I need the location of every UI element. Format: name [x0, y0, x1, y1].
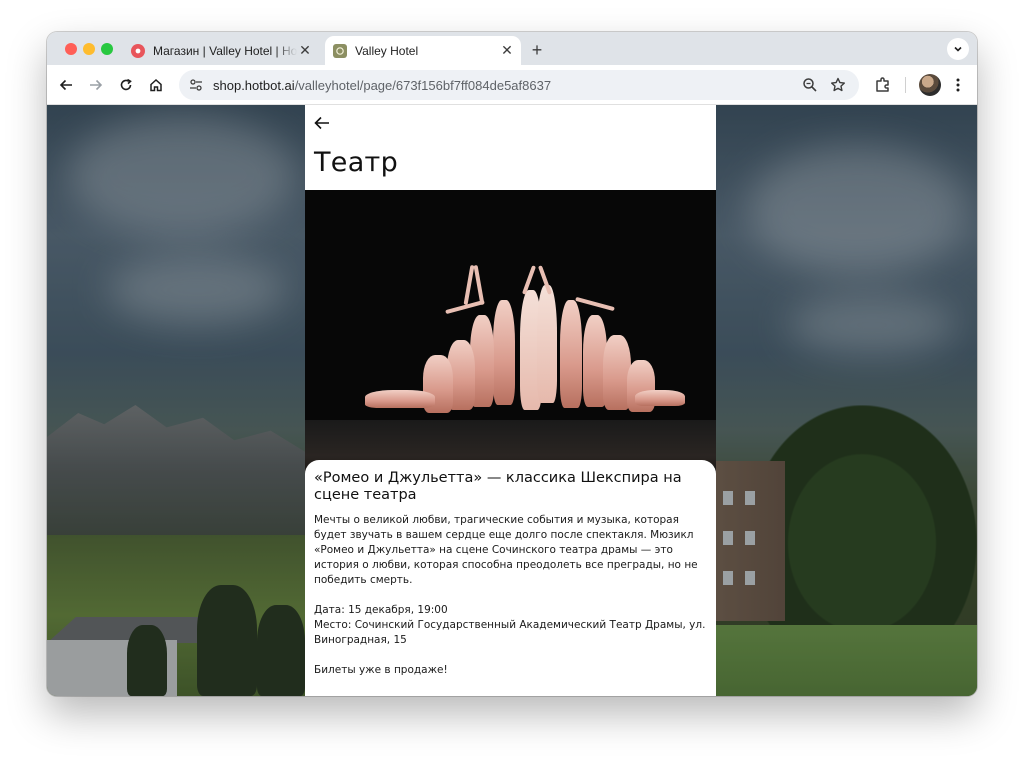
- url-host: shop.hotbot.ai: [213, 77, 295, 93]
- tab-title: Магазин | Valley Hotel | Hotbot: [153, 43, 297, 58]
- event-date: Дата: 15 декабря, 19:00: [314, 604, 448, 616]
- tab-close-icon[interactable]: ✕: [297, 42, 313, 59]
- profile-avatar[interactable]: [919, 74, 941, 96]
- page-title: Театр: [314, 147, 399, 178]
- chevron-down-icon: [954, 46, 962, 52]
- forward-button[interactable]: [86, 75, 106, 95]
- back-button[interactable]: [56, 75, 76, 95]
- minimize-window-button[interactable]: [83, 43, 95, 55]
- valley-hotel-logo-icon: [333, 43, 347, 58]
- event-place: Место: Сочинский Государственный Академи…: [314, 619, 706, 646]
- event-card: «Ромео и Джульетта» — классика Шекспира …: [305, 460, 716, 696]
- event-tickets-note: Билеты уже в продаже!: [314, 664, 448, 676]
- tab-close-icon[interactable]: ✕: [499, 42, 515, 59]
- tab-strip: Магазин | Valley Hotel | Hotbot ✕ Valley…: [47, 32, 977, 65]
- browser-menu-button[interactable]: [951, 75, 965, 95]
- arrow-right-icon: [90, 79, 103, 91]
- extensions-puzzle-icon[interactable]: [873, 75, 893, 95]
- more-vert-icon: [956, 78, 960, 92]
- browser-window: Магазин | Valley Hotel | Hotbot ✕ Valley…: [47, 32, 977, 696]
- hotbot-logo-icon: [131, 43, 145, 58]
- reload-icon: [120, 78, 132, 91]
- tab-shop[interactable]: Магазин | Valley Hotel | Hotbot ✕: [123, 36, 319, 65]
- theatre-dancers-photo: [305, 190, 716, 480]
- tab-search-button[interactable]: [947, 38, 969, 60]
- page-viewport: Театр «Ромео и Джульетта» — классика Шек…: [47, 105, 977, 696]
- close-window-button[interactable]: [65, 43, 77, 55]
- event-details: Дата: 15 декабря, 19:00 Место: Сочинский …: [314, 603, 707, 648]
- maximize-window-button[interactable]: [101, 43, 113, 55]
- tab-valley-hotel[interactable]: Valley Hotel ✕: [325, 36, 521, 65]
- new-tab-button[interactable]: +: [527, 40, 547, 60]
- event-heading: «Ромео и Джульетта» — классика Шекспира …: [314, 470, 682, 503]
- site-info-icon[interactable]: [187, 76, 205, 94]
- reload-button[interactable]: [116, 75, 136, 95]
- event-description: Мечты о великой любви, трагические событ…: [314, 514, 698, 586]
- back-link[interactable]: [313, 114, 331, 132]
- zoom-icon[interactable]: [801, 76, 819, 94]
- arrow-left-icon: [59, 79, 72, 91]
- address-bar[interactable]: shop.hotbot.ai/valleyhotel/page/673f156b…: [179, 70, 859, 100]
- bookmark-star-icon[interactable]: [829, 76, 847, 94]
- browser-toolbar: shop.hotbot.ai/valleyhotel/page/673f156b…: [47, 65, 977, 105]
- toolbar-divider: [905, 77, 906, 93]
- url-text[interactable]: shop.hotbot.ai/valleyhotel/page/673f156b…: [213, 78, 551, 93]
- arrow-left-icon: [314, 116, 329, 130]
- tab-title: Valley Hotel: [355, 43, 419, 58]
- home-button[interactable]: [146, 75, 166, 95]
- content-panel: Театр «Ромео и Джульетта» — классика Шек…: [305, 105, 716, 696]
- url-path: /valleyhotel/page/673f156bf7ff084de5af86…: [294, 77, 552, 93]
- home-icon: [150, 78, 162, 92]
